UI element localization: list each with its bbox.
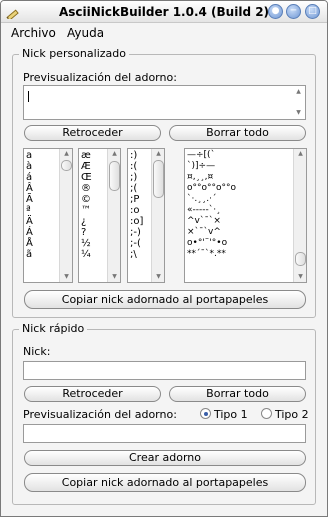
list-item[interactable]: o•°'¨'°•o	[187, 238, 236, 249]
type2-label[interactable]: Tipo 2	[275, 408, 309, 421]
ornaments-list[interactable]: —÷[(` `)]÷— ¤,¸¸,¤ o°°o°°o°°o `·.¸¸.·´ «…	[184, 148, 307, 283]
scroll-down-icon[interactable]: ▼	[292, 108, 305, 118]
list-item[interactable]: «-----`·¸	[187, 205, 236, 216]
emoticons-list[interactable]: :) :( ;) ;( ;P :o :o] ;-) ;-( ;\ ▲ ▼	[127, 148, 165, 283]
quick-copy-button[interactable]: Copiar nick adornado al portapapeles	[24, 473, 306, 492]
scroll-up-icon[interactable]: ▲	[60, 149, 72, 159]
nick-input[interactable]	[23, 361, 306, 380]
list-item[interactable]: æ	[81, 150, 92, 161]
list-item[interactable]: ^v`¯`×	[187, 216, 236, 227]
list-item[interactable]: Â	[26, 183, 33, 194]
list-item[interactable]: Œ	[81, 172, 92, 183]
list-item[interactable]: ;-)	[130, 227, 143, 238]
text-cursor	[28, 91, 29, 102]
menu-ayuda[interactable]: Ayuda	[67, 26, 104, 40]
symbols-items: æ Æ Œ ® © ™ ¿ ? ½ ¼	[81, 150, 92, 260]
quick-back-button[interactable]: Retroceder	[24, 386, 161, 402]
list-item[interactable]: à	[26, 161, 33, 172]
letters-scrollbar[interactable]: ▲ ▼	[59, 149, 72, 282]
list-item[interactable]: ¤,¸¸,¤	[187, 172, 236, 183]
list-item[interactable]: :(	[130, 161, 143, 172]
quick-clear-button[interactable]: Borrar todo	[169, 386, 306, 402]
scroll-down-icon[interactable]: ▼	[152, 272, 164, 282]
quick-nick-legend: Nick rápido	[19, 322, 88, 335]
list-item[interactable]: a	[26, 150, 33, 161]
quick-preview-label: Previsualización del adorno:	[23, 408, 177, 421]
list-item[interactable]: :)	[130, 150, 143, 161]
list-item[interactable]: Å	[26, 238, 33, 249]
list-item[interactable]: ª	[26, 205, 33, 216]
circle-icon[interactable]: ●	[268, 4, 283, 19]
list-item[interactable]: Ã	[26, 194, 33, 205]
custom-nick-group: Nick personalizado Previsualización del …	[12, 47, 316, 318]
list-item[interactable]: ™	[81, 205, 92, 216]
custom-back-button[interactable]: Retroceder	[24, 125, 161, 141]
scroll-down-icon[interactable]: ▼	[60, 272, 72, 282]
list-item[interactable]: ×`¯`v^	[187, 227, 236, 238]
scroll-up-icon[interactable]: ▲	[108, 149, 120, 159]
nick-label: Nick:	[23, 345, 51, 358]
type2-radio[interactable]	[261, 408, 272, 419]
scroll-thumb[interactable]	[61, 160, 72, 171]
symbols-scrollbar[interactable]: ▲ ▼	[107, 149, 120, 282]
list-item[interactable]: :o	[130, 205, 143, 216]
list-item[interactable]: —÷[(`	[187, 150, 236, 161]
list-item[interactable]: ®	[81, 183, 92, 194]
scroll-down-icon[interactable]: ▼	[294, 272, 306, 282]
scroll-up-icon[interactable]: ▲	[152, 149, 164, 159]
create-button[interactable]: Crear adorno	[24, 450, 306, 466]
emoticons-scrollbar[interactable]: ▲ ▼	[151, 149, 164, 282]
ornaments-items: —÷[(` `)]÷— ¤,¸¸,¤ o°°o°°o°°o `·.¸¸.·´ «…	[187, 150, 236, 260]
minimize-icon[interactable]: ─	[286, 4, 301, 19]
list-item[interactable]: ©	[81, 194, 92, 205]
title-bar[interactable]: AsciiNickBuilder 1.0.4 (Build 2) ● ─ □	[1, 1, 327, 23]
list-item[interactable]: á	[26, 172, 33, 183]
quick-nick-group: Nick rápido Nick: Retroceder Borrar todo…	[12, 322, 316, 505]
scroll-thumb[interactable]	[109, 161, 120, 191]
list-item[interactable]: ¼	[81, 249, 92, 260]
list-item[interactable]: ;)	[130, 172, 143, 183]
scroll-up-icon[interactable]: ▲	[294, 149, 306, 159]
custom-preview-field[interactable]: ▲ ▼	[23, 85, 306, 120]
list-item[interactable]: ;P	[130, 194, 143, 205]
list-item[interactable]: ;-(	[130, 238, 143, 249]
list-item[interactable]: ½	[81, 238, 92, 249]
list-item[interactable]: Á	[26, 227, 33, 238]
list-item[interactable]: Æ	[81, 161, 92, 172]
list-item[interactable]: `·.¸¸.·´	[187, 194, 236, 205]
scroll-thumb[interactable]	[295, 252, 306, 266]
maximize-icon[interactable]: □	[305, 4, 320, 19]
type1-radio[interactable]	[200, 408, 211, 419]
list-item[interactable]: ;(	[130, 183, 143, 194]
emoticons-items: :) :( ;) ;( ;P :o :o] ;-) ;-( ;\	[130, 150, 143, 260]
custom-clear-button[interactable]: Borrar todo	[169, 125, 306, 141]
quick-preview-field[interactable]	[23, 424, 306, 443]
list-item[interactable]: ;\	[130, 249, 143, 260]
list-item[interactable]: ?	[81, 227, 92, 238]
menu-archivo[interactable]: Archivo	[11, 26, 56, 40]
list-item[interactable]: :o]	[130, 216, 143, 227]
ornaments-scrollbar[interactable]: ▲ ▼	[293, 149, 306, 282]
custom-preview-label: Previsualización del adorno:	[23, 71, 177, 84]
list-item[interactable]: Ä	[26, 216, 33, 227]
app-window: AsciiNickBuilder 1.0.4 (Build 2) ● ─ □ A…	[0, 0, 328, 517]
type1-label[interactable]: Tipo 1	[214, 408, 248, 421]
scroll-down-icon[interactable]: ▼	[108, 272, 120, 282]
list-item[interactable]: **´¯`*.**	[187, 249, 236, 260]
list-item[interactable]: ¿	[81, 216, 92, 227]
letters-list[interactable]: a à á Â Ã ª Ä Á Å ã ▲ ▼	[23, 148, 73, 283]
custom-nick-legend: Nick personalizado	[19, 47, 129, 60]
list-item[interactable]: o°°o°°o°°o	[187, 183, 236, 194]
scroll-up-icon[interactable]: ▲	[292, 87, 305, 97]
list-item[interactable]: `)]÷—	[187, 161, 236, 172]
custom-copy-button[interactable]: Copiar nick adornado al portapapeles	[24, 290, 306, 309]
symbols-list[interactable]: æ Æ Œ ® © ™ ¿ ? ½ ¼ ▲ ▼	[78, 148, 121, 283]
list-item[interactable]: ã	[26, 249, 33, 260]
menu-bar: Archivo Ayuda	[1, 23, 327, 42]
scroll-thumb[interactable]	[153, 160, 164, 198]
preview-scrollbar[interactable]: ▲ ▼	[292, 86, 305, 119]
letters-items: a à á Â Ã ª Ä Á Å ã	[26, 150, 33, 260]
